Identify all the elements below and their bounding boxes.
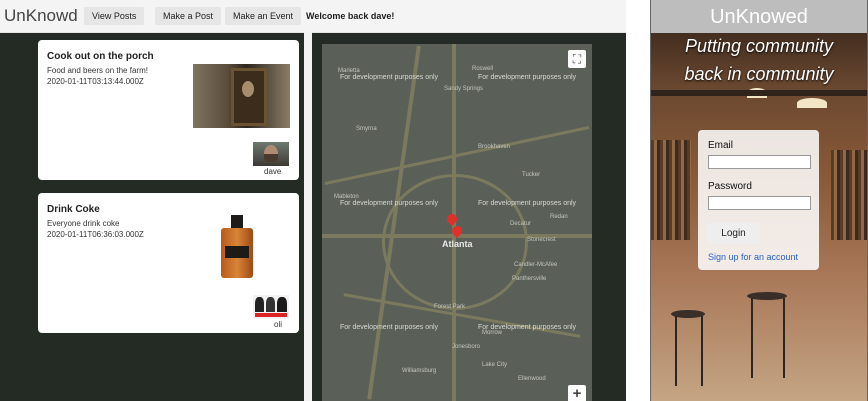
stool-leg	[751, 298, 753, 378]
map-city-label: Atlanta	[442, 239, 473, 249]
map-label: Roswell	[472, 66, 494, 72]
map-label: Smyrna	[356, 126, 377, 132]
make-post-button[interactable]: Make a Post	[155, 7, 222, 25]
map-label: Decatur	[510, 221, 532, 227]
map[interactable]: Marietta Roswell Sandy Springs Smyrna Br…	[322, 44, 592, 401]
app-title: UnKnowed	[710, 6, 808, 28]
post-image	[218, 215, 258, 281]
plus-icon[interactable]: +	[568, 385, 586, 401]
map-label: Jonesboro	[452, 344, 481, 350]
author-name: dave	[264, 167, 282, 176]
view-posts-button[interactable]: View Posts	[84, 7, 145, 25]
tagline-line-1: Putting community	[684, 36, 834, 56]
dev-watermark: For development purposes only	[340, 74, 439, 81]
map-label: Tucker	[522, 172, 541, 178]
dev-watermark: For development purposes only	[478, 200, 577, 207]
bookshelf	[651, 140, 691, 240]
app-window: UnKnowd View Posts Make a Post Make an E…	[0, 0, 626, 401]
lamp	[797, 98, 827, 108]
post-card[interactable]: Drink Coke Everyone drink coke 2020-01-1…	[38, 193, 299, 333]
password-label: Password	[708, 181, 752, 192]
fullscreen-icon[interactable]: ⛶	[568, 50, 586, 68]
post-date: 2020-01-11T06:36:03.000Z	[47, 230, 144, 239]
login-button[interactable]: Login	[707, 223, 760, 244]
dev-watermark: For development purposes only	[340, 324, 439, 331]
map-label: Candler-McAfee	[514, 262, 558, 268]
panel-divider	[304, 32, 312, 401]
map-label: Redan	[550, 214, 568, 220]
bookshelf	[831, 150, 867, 240]
email-field[interactable]	[708, 155, 811, 169]
dev-watermark: For development purposes only	[478, 324, 577, 331]
login-form: Email Password Login Sign up for an acco…	[698, 130, 819, 270]
signup-link[interactable]: Sign up for an account	[708, 252, 798, 262]
navbar: UnKnowd View Posts Make a Post Make an E…	[0, 0, 626, 33]
painting-frame	[231, 68, 267, 126]
post-title: Drink Coke	[47, 204, 100, 215]
author-name: oli	[274, 320, 283, 329]
map-label: Lake City	[482, 362, 508, 368]
tagline-line-2: back in community	[684, 64, 834, 84]
email-label: Email	[708, 140, 734, 151]
post-date: 2020-01-11T03:13:44.000Z	[47, 77, 144, 86]
map-label: Forest Park	[434, 304, 466, 310]
map-label: Sandy Springs	[444, 86, 484, 92]
map-label: Brookhaven	[478, 144, 511, 150]
ceiling-beam	[651, 90, 867, 96]
map-label: Ellenwood	[518, 376, 546, 382]
post-description: Everyone drink coke	[47, 219, 120, 228]
login-header: UnKnowed	[651, 0, 867, 33]
stool-leg	[675, 316, 677, 386]
stool-leg	[783, 298, 785, 378]
post-description: Food and beers on the farm!	[47, 66, 148, 75]
map-label: Williamsburg	[402, 368, 437, 374]
welcome-message: Welcome back dave!	[306, 11, 395, 21]
dev-watermark: For development purposes only	[478, 74, 577, 81]
map-label: Stonecrest	[527, 237, 556, 243]
post-title: Cook out on the porch	[47, 51, 154, 62]
stool-leg	[701, 316, 703, 386]
post-image	[193, 64, 290, 128]
author-avatar[interactable]	[253, 142, 289, 166]
brand-logo[interactable]: UnKnowd	[4, 6, 78, 26]
stool	[747, 292, 787, 300]
password-field[interactable]	[708, 196, 811, 210]
author-avatar[interactable]	[253, 295, 289, 319]
map-label: Panthersville	[512, 276, 547, 282]
post-card[interactable]: Cook out on the porch Food and beers on …	[38, 40, 299, 180]
make-event-button[interactable]: Make an Event	[225, 7, 302, 25]
dev-watermark: For development purposes only	[340, 200, 439, 207]
window-gap	[626, 0, 650, 401]
login-window: UnKnowed Putting community back in commu…	[650, 0, 868, 401]
